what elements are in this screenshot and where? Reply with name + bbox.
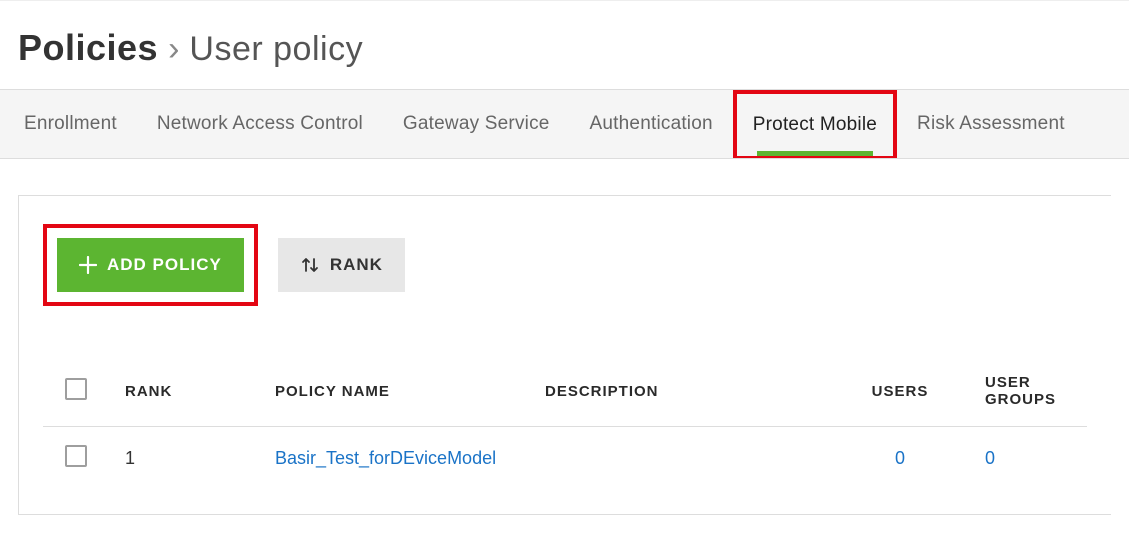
content: ADD POLICY RANK RANK POLICY NAME [0, 159, 1129, 515]
users-link[interactable]: 0 [895, 448, 905, 468]
table-header: RANK POLICY NAME DESCRIPTION USERS USER … [43, 356, 1087, 427]
tabs: Enrollment Network Access Control Gatewa… [0, 89, 1129, 159]
header-user-groups: USER GROUPS [985, 374, 1087, 408]
tab-risk-assessment[interactable]: Risk Assessment [897, 90, 1085, 158]
table-row: 1 Basir_Test_forDEviceModel 0 0 [43, 427, 1087, 490]
header-rank: RANK [125, 383, 275, 400]
select-all-checkbox[interactable] [65, 378, 87, 400]
tab-authentication[interactable]: Authentication [570, 90, 733, 158]
sort-icon [300, 255, 320, 275]
user-groups-link[interactable]: 0 [985, 448, 995, 468]
tab-protect-mobile[interactable]: Protect Mobile [733, 90, 897, 159]
header-users: USERS [815, 383, 985, 400]
header-policy-name: POLICY NAME [275, 383, 545, 400]
header-description: DESCRIPTION [545, 383, 815, 400]
breadcrumb-root[interactable]: Policies [18, 27, 158, 69]
breadcrumb: Policies › User policy [18, 27, 1111, 69]
page-header: Policies › User policy [0, 0, 1129, 89]
plus-icon [79, 256, 97, 274]
policy-name-link[interactable]: Basir_Test_forDEviceModel [275, 448, 496, 468]
rank-button[interactable]: RANK [278, 238, 405, 292]
rank-button-label: RANK [330, 255, 383, 275]
actions-row: ADD POLICY RANK [43, 224, 1087, 306]
policy-card: ADD POLICY RANK RANK POLICY NAME [18, 195, 1111, 515]
tab-enrollment[interactable]: Enrollment [4, 90, 137, 158]
policy-table: RANK POLICY NAME DESCRIPTION USERS USER … [43, 356, 1087, 490]
breadcrumb-current: User policy [189, 30, 363, 69]
add-policy-button[interactable]: ADD POLICY [57, 238, 244, 292]
tab-gateway-service[interactable]: Gateway Service [383, 90, 570, 158]
cell-rank: 1 [125, 448, 275, 469]
add-policy-highlight: ADD POLICY [43, 224, 258, 306]
row-checkbox[interactable] [65, 445, 87, 467]
add-policy-label: ADD POLICY [107, 255, 222, 275]
tab-network-access-control[interactable]: Network Access Control [137, 90, 383, 158]
breadcrumb-separator: › [168, 30, 179, 69]
